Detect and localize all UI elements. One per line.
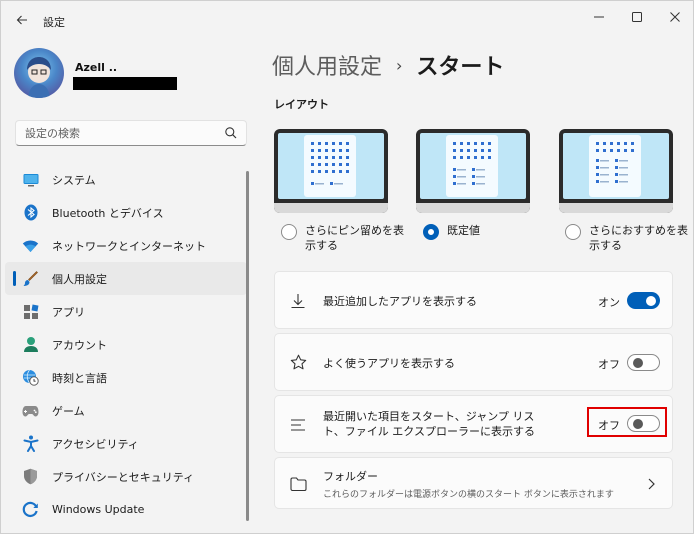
close-icon (670, 12, 680, 22)
bluetooth-icon (22, 204, 39, 221)
avatar[interactable] (14, 48, 64, 98)
sidebar-item-label: アクセシビリティ (52, 437, 139, 451)
sidebar-item-label: Bluetooth とデバイス (52, 206, 164, 220)
sidebar-item-gaming[interactable]: ゲーム (5, 394, 247, 427)
layout-preview-image (559, 129, 673, 213)
back-button[interactable] (11, 9, 33, 31)
layout-preview-default[interactable] (416, 129, 530, 213)
radio-button[interactable] (281, 224, 297, 240)
paintbrush-icon (22, 270, 39, 287)
minimize-icon (594, 16, 604, 18)
avatar-image (27, 57, 51, 98)
layout-preview-image (274, 129, 388, 213)
sidebar-item-label: 時刻と言語 (52, 371, 107, 385)
layout-option-more-pins[interactable]: さらにピン留めを表 示する (281, 223, 404, 253)
most-used-apps-toggle[interactable] (627, 354, 660, 371)
maximize-button[interactable] (619, 5, 655, 29)
folders-description: これらのフォルダーは電源ボタンの横のスタート ボタンに表示されます (323, 490, 614, 500)
layout-preview-more-pins[interactable] (274, 129, 388, 213)
sidebar-item-label: システム (52, 173, 96, 187)
setting-label: 最近追加したアプリを表示する (323, 295, 477, 308)
page-title: スタート (416, 55, 505, 80)
redacted-email (73, 77, 177, 90)
layout-option-more-recommendations[interactable]: さらにおすすめを表 示する (565, 223, 688, 253)
recently-added-apps-toggle[interactable] (627, 292, 660, 309)
setting-folders[interactable]: フォルダー これらのフォルダーは電源ボタンの横のスタート ボタンに表示されます (274, 457, 673, 509)
sidebar-item-windows-update[interactable]: Windows Update (5, 493, 247, 526)
layout-section-title: レイアウト (274, 98, 329, 111)
setting-recently-added-apps: 最近追加したアプリを表示する オン (274, 271, 673, 329)
account-icon (22, 336, 39, 353)
toggle-state-text: オン (598, 296, 620, 309)
sidebar-item-label: アカウント (52, 338, 107, 352)
globe-clock-icon (22, 369, 39, 386)
apps-icon (22, 303, 39, 320)
setting-label: 最近開いた項目をスタート、ジャンプ リス ト、ファイル エクスプローラーに表示す… (323, 410, 535, 438)
folders-label: フォルダー (323, 470, 378, 483)
layout-preview-image (416, 129, 530, 213)
radio-button-checked[interactable] (423, 224, 439, 240)
gamepad-icon (22, 402, 39, 419)
accessibility-icon (22, 435, 39, 452)
radio-button[interactable] (565, 224, 581, 240)
sidebar-item-accounts[interactable]: アカウント (5, 328, 247, 361)
windows-update-icon (22, 501, 39, 518)
breadcrumb-separator: › (396, 55, 403, 75)
toggle-state-text: オフ (598, 358, 620, 371)
setting-most-used-apps: よく使うアプリを表示する オフ (274, 333, 673, 391)
sidebar-item-label: アプリ (52, 305, 85, 319)
chevron-right-icon (648, 478, 655, 490)
minimize-button[interactable] (581, 5, 617, 29)
maximize-icon (632, 12, 642, 22)
back-arrow-icon (16, 15, 27, 25)
sidebar-item-apps[interactable]: アプリ (5, 295, 247, 328)
sidebar-item-time-language[interactable]: 時刻と言語 (5, 361, 247, 394)
sidebar-nav: システム Bluetooth とデバイス ネットワークとインターネット 個人用設… (5, 163, 247, 526)
system-display-icon (22, 171, 39, 188)
sidebar-item-label: ネットワークとインターネット (52, 239, 206, 253)
user-name: Azell .. (75, 61, 118, 74)
app-title: 設定 (43, 16, 65, 29)
layout-option-label: 既定値 (447, 224, 480, 237)
layout-preview-more-recommendations[interactable] (559, 129, 673, 213)
sidebar-item-network[interactable]: ネットワークとインターネット (5, 229, 247, 262)
layout-option-label: さらにピン留めを表 示する (305, 224, 404, 252)
search-input[interactable] (16, 121, 216, 145)
layout-option-default[interactable]: 既定値 (423, 223, 480, 240)
shield-icon (22, 468, 39, 485)
layout-option-label: さらにおすすめを表 示する (589, 224, 688, 252)
star-icon (288, 352, 308, 372)
search-icon (225, 127, 237, 139)
highlight-annotation (587, 407, 667, 437)
sidebar-item-privacy[interactable]: プライバシーとセキュリティ (5, 460, 247, 493)
sidebar-item-personalization[interactable]: 個人用設定 (5, 262, 247, 295)
download-icon (288, 291, 308, 311)
setting-label: よく使うアプリを表示する (323, 357, 455, 370)
sidebar-scrollbar[interactable] (246, 171, 249, 521)
sidebar-item-system[interactable]: システム (5, 163, 247, 196)
close-button[interactable] (657, 5, 693, 29)
search-box[interactable] (15, 120, 247, 146)
sidebar-item-label: ゲーム (52, 404, 85, 418)
settings-window: 設定 Azell .. システム (0, 0, 694, 534)
active-indicator (13, 271, 16, 286)
breadcrumb-parent[interactable]: 個人用設定 (272, 49, 382, 81)
sidebar-item-accessibility[interactable]: アクセシビリティ (5, 427, 247, 460)
sidebar-item-bluetooth[interactable]: Bluetooth とデバイス (5, 196, 247, 229)
sidebar-item-label: 個人用設定 (52, 272, 107, 286)
list-lines-icon (288, 415, 308, 435)
wifi-icon (22, 237, 39, 254)
sidebar-item-label: プライバシーとセキュリティ (52, 470, 195, 484)
title-bar: 設定 (1, 1, 694, 39)
breadcrumb: 個人用設定 › スタート (272, 49, 504, 81)
sidebar-item-label: Windows Update (52, 503, 145, 516)
folder-icon (288, 474, 308, 494)
